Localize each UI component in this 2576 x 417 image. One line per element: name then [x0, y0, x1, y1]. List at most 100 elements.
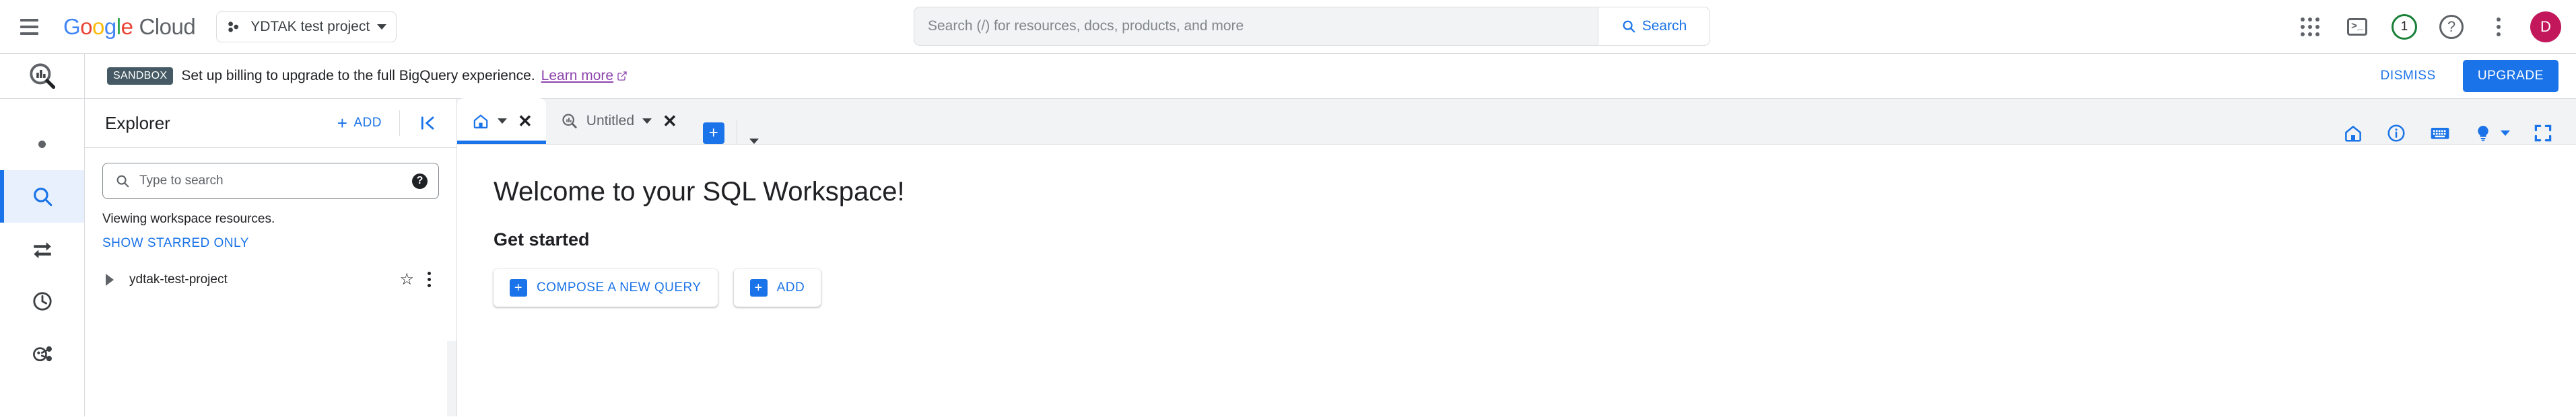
bigquery-logo-icon — [29, 63, 55, 89]
chevron-down-icon[interactable] — [749, 139, 759, 144]
search-input[interactable] — [914, 7, 1598, 45]
notifications-button[interactable]: 1 — [2385, 7, 2424, 46]
tab-menu-caret-icon[interactable] — [642, 118, 652, 124]
cloud-shell-terminal-icon[interactable]: >_ — [2338, 7, 2377, 46]
get-started-buttons: + COMPOSE A NEW QUERY + ADD — [494, 269, 2576, 307]
fullscreen-icon[interactable] — [2533, 123, 2553, 143]
tab-untitled[interactable]: Untitled ✕ — [546, 98, 691, 144]
workspace-tab-strip: ✕ Untitled ✕ + — [457, 98, 2576, 145]
plus-icon: + — [337, 113, 348, 133]
show-starred-only-button[interactable]: SHOW STARRED ONLY — [102, 236, 249, 251]
close-icon[interactable]: ✕ — [660, 112, 680, 130]
viewing-scope-text: Viewing workspace resources. — [102, 212, 275, 226]
home-icon — [473, 114, 488, 128]
google-cloud-logo[interactable]: Google Cloud — [63, 13, 196, 40]
help-glyph: ? — [2439, 14, 2464, 39]
more-vertical-icon[interactable] — [2479, 7, 2518, 46]
page-title: Explorer — [105, 112, 170, 133]
chevron-down-icon — [377, 24, 387, 30]
notifications-count: 1 — [2392, 13, 2417, 40]
compose-new-query-label: COMPOSE A NEW QUERY — [537, 280, 702, 295]
list-item[interactable]: ydtak-test-project ☆ — [102, 269, 439, 290]
search-button-label: Search — [1641, 18, 1687, 34]
explorer-header: Explorer + ADD — [85, 99, 456, 148]
project-cluster-icon — [228, 21, 239, 32]
rail-item-search[interactable] — [0, 170, 84, 223]
close-icon[interactable]: ✕ — [515, 112, 535, 130]
avatar[interactable]: D — [2530, 11, 2561, 42]
page-title: Welcome to your SQL Workspace! — [494, 177, 905, 206]
bigquery-query-icon — [562, 114, 577, 128]
tab-menu-caret-icon[interactable] — [498, 118, 507, 124]
banner-message-group: SANDBOX Set up billing to upgrade to the… — [85, 67, 2371, 85]
add-data-button[interactable]: + ADD — [733, 269, 821, 307]
list-item-actions: ☆ — [399, 269, 439, 290]
logo-letter-g1: G — [63, 13, 81, 39]
left-navigation-rail — [0, 99, 85, 416]
top-bar-actions: >_ 1 ? D — [2286, 7, 2576, 46]
clock-history-icon — [32, 292, 52, 311]
explorer-add-label: ADD — [353, 116, 382, 130]
hamburger-menu-icon[interactable] — [9, 7, 48, 46]
sql-workspace: ✕ Untitled ✕ + Welcome to your SQL Works… — [457, 98, 2576, 416]
upgrade-button[interactable]: UPGRADE — [2462, 60, 2558, 92]
plus-square-icon: + — [749, 279, 768, 297]
rail-item-scheduled[interactable] — [0, 328, 84, 380]
rail-item-dot[interactable] — [0, 118, 84, 170]
divider — [399, 110, 400, 136]
star-outline-icon[interactable]: ☆ — [399, 271, 414, 288]
project-name: ydtak-test-project — [129, 272, 228, 287]
info-icon[interactable] — [2386, 123, 2406, 143]
tab-label: Untitled — [586, 113, 634, 128]
top-app-bar: GoogleCloud YDTAK test project Search >_… — [0, 0, 2576, 54]
explorer-panel: Explorer + ADD ? Viewing workspace resou… — [85, 99, 457, 416]
terminal-glyph: >_ — [2347, 17, 2367, 36]
home-icon[interactable] — [2343, 123, 2363, 143]
logo-letter-l: l — [116, 13, 121, 39]
banner-actions: DISMISS UPGRADE — [2371, 60, 2576, 92]
transfer-arrows-icon — [33, 242, 51, 259]
learn-more-label: Learn more — [541, 68, 614, 83]
status-badge: SANDBOX — [107, 67, 174, 85]
rail-item-transfers[interactable] — [0, 223, 84, 275]
workspace-toolbar — [2343, 122, 2576, 144]
apps-grid-icon[interactable] — [2291, 7, 2330, 46]
bigquery-logo-cell — [0, 54, 85, 98]
rail-item-history[interactable] — [0, 275, 84, 328]
welcome-content: Welcome to your SQL Workspace! Get start… — [457, 145, 2576, 416]
search-input[interactable] — [139, 174, 403, 188]
explorer-add-button[interactable]: + ADD — [333, 109, 386, 137]
learn-more-link[interactable]: Learn more — [541, 68, 628, 84]
more-vertical-icon[interactable] — [425, 269, 434, 290]
plus-square-icon: + — [510, 279, 527, 297]
keyboard-shortcuts-icon[interactable] — [2429, 122, 2451, 144]
chevron-down-icon[interactable] — [2501, 130, 2510, 136]
search-icon — [116, 175, 129, 188]
expand-triangle-icon[interactable] — [106, 273, 114, 286]
get-started-heading: Get started — [494, 229, 590, 250]
project-selector[interactable]: YDTAK test project — [216, 11, 397, 42]
compose-new-query-button[interactable]: + COMPOSE A NEW QUERY — [494, 269, 718, 307]
search-button[interactable]: Search — [1598, 7, 1709, 45]
app-body: Explorer + ADD ? Viewing workspace resou… — [0, 98, 2576, 416]
lightbulb-tips-icon[interactable] — [2474, 124, 2510, 143]
sandbox-banner: SANDBOX Set up billing to upgrade to the… — [0, 54, 2576, 99]
dismiss-button[interactable]: DISMISS — [2371, 62, 2445, 90]
explorer-scrollbar[interactable] — [447, 341, 456, 416]
logo-letter-o1: o — [80, 13, 93, 39]
help-icon[interactable]: ? — [412, 173, 428, 189]
global-search-bar: Search — [914, 7, 1710, 46]
project-selector-label: YDTAK test project — [250, 18, 370, 34]
banner-message: Set up billing to upgrade to the full Bi… — [181, 68, 535, 83]
explorer-search-box: ? — [102, 163, 439, 199]
help-question-icon[interactable]: ? — [2432, 7, 2471, 46]
collapse-panel-icon[interactable] — [413, 114, 443, 132]
search-icon — [33, 188, 52, 206]
scheduled-queries-icon — [32, 346, 52, 362]
dot-icon — [38, 140, 46, 148]
logo-letter-e: e — [121, 13, 133, 39]
logo-letter-o2: o — [92, 13, 104, 39]
tab-home[interactable]: ✕ — [457, 98, 546, 144]
search-icon — [1623, 20, 1635, 33]
new-tab-button[interactable]: + — [702, 122, 724, 144]
